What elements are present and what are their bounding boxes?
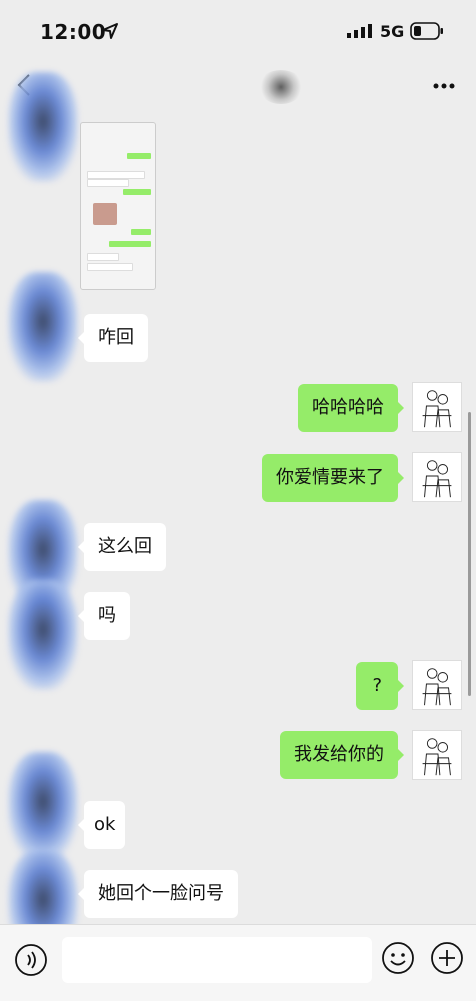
avatar-self[interactable] (412, 660, 462, 710)
input-bar (0, 924, 476, 1001)
avatar-self[interactable] (412, 730, 462, 780)
avatar-contact[interactable] (8, 580, 78, 690)
more-icon[interactable] (432, 82, 456, 90)
message-bubble-outgoing[interactable]: 我发给你的 (280, 731, 404, 779)
status-bar: 12:00 5G (0, 0, 476, 62)
chat-title-redacted (258, 70, 304, 104)
message-input[interactable] (62, 937, 372, 983)
avatar-contact[interactable] (8, 272, 78, 382)
plus-icon[interactable] (430, 941, 464, 975)
message-bubble-outgoing[interactable]: 哈哈哈哈 (298, 384, 404, 432)
avatar-self[interactable] (412, 452, 462, 502)
message-bubble-incoming[interactable]: 咋回 (78, 314, 148, 362)
avatar-contact[interactable] (8, 72, 78, 182)
image-message[interactable] (80, 122, 156, 290)
message-bubble-incoming[interactable]: 吗 (78, 592, 130, 640)
message-bubble-incoming[interactable]: 她回个一脸问号 (78, 870, 238, 918)
location-arrow-icon (102, 23, 118, 39)
status-time: 12:00 (40, 20, 107, 44)
avatar-self[interactable] (412, 382, 462, 432)
emoji-icon[interactable] (381, 941, 415, 975)
message-bubble-incoming[interactable]: 这么回 (78, 523, 166, 571)
scrollbar[interactable] (468, 412, 471, 696)
battery-icon (410, 22, 443, 40)
message-bubble-outgoing[interactable]: 你爱情要来了 (262, 454, 404, 502)
message-bubble-outgoing[interactable]: ? (356, 662, 404, 710)
voice-icon[interactable] (14, 943, 48, 977)
avatar-contact[interactable] (8, 752, 78, 862)
message-bubble-incoming[interactable]: ok (77, 801, 126, 849)
signal-icon (347, 24, 372, 38)
network-type: 5G (380, 22, 405, 41)
